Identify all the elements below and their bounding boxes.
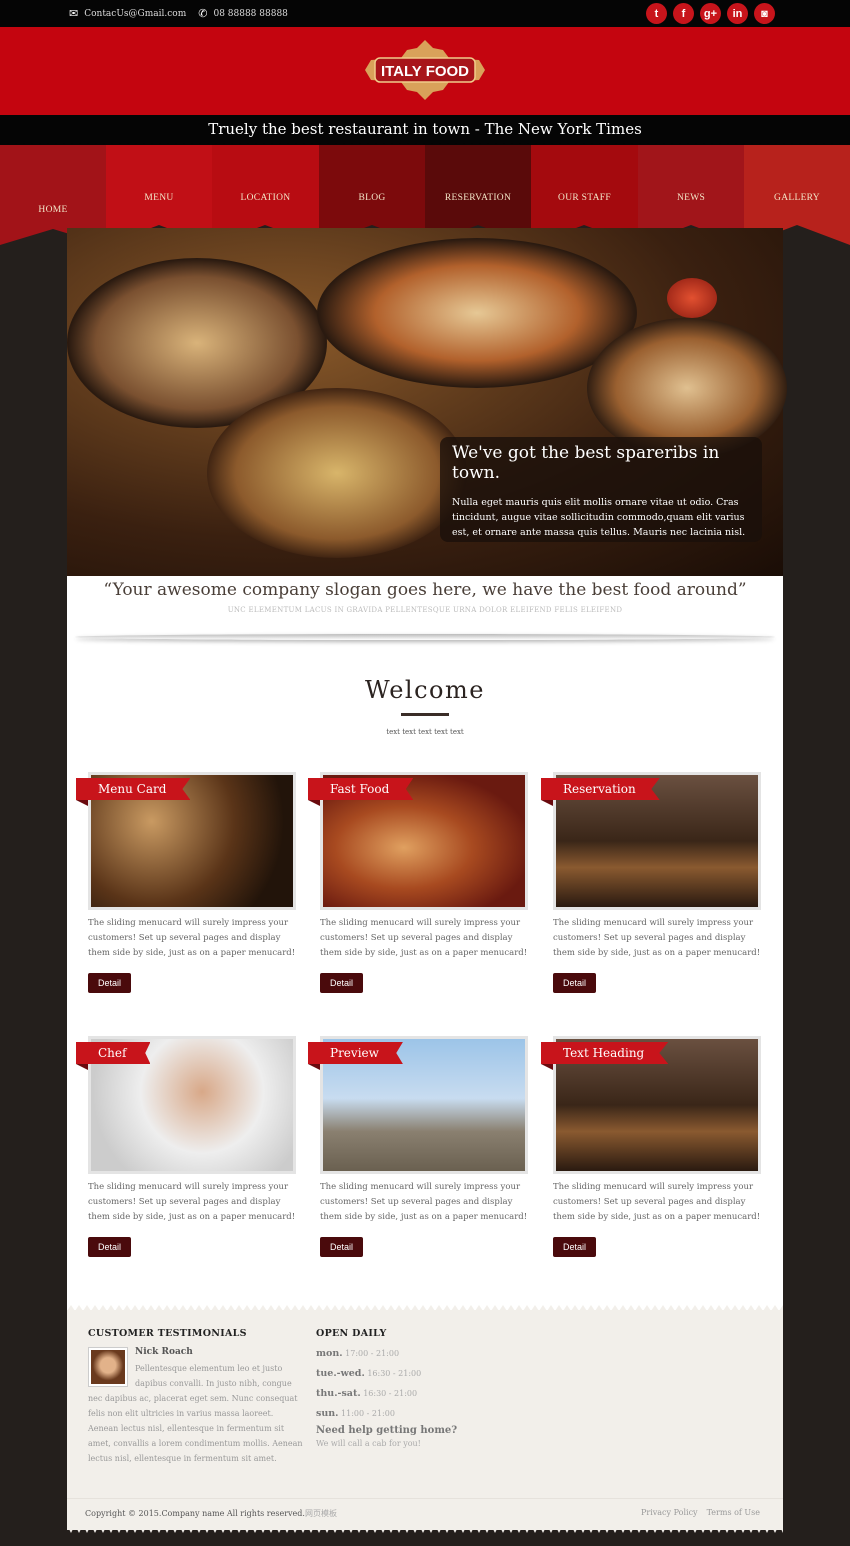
ribbon-fold	[541, 800, 553, 806]
card-text: The sliding menucard will surely impress…	[88, 1182, 296, 1222]
twitter-icon[interactable]: t	[646, 3, 667, 24]
top-bar: ✉ ContacUs@Gmail.com ✆ 08 88888 88888 t …	[0, 0, 850, 27]
copyright: Copyright © 2015.Company name All rights…	[85, 1508, 337, 1519]
hours-row: mon. 17:00 - 21:00	[316, 1348, 536, 1359]
contact-email[interactable]: ContacUs@Gmail.com	[84, 9, 186, 19]
logo-text: ITALY FOOD	[381, 63, 469, 80]
card-ribbon: Menu Card	[76, 778, 191, 800]
card-ribbon: Text Heading	[541, 1042, 669, 1064]
hours-day: thu.-sat.	[316, 1388, 361, 1399]
ribbon-fold	[76, 800, 88, 806]
hours-time: 16:30 - 21:00	[363, 1389, 418, 1398]
footer-divider	[67, 1498, 783, 1499]
card-ribbon: Fast Food	[308, 778, 414, 800]
contact-phone: 08 88888 88888	[213, 8, 288, 19]
feature-card: Reservation The sliding menucard will su…	[541, 772, 761, 993]
slogan-section: “Your awesome company slogan goes here, …	[67, 580, 783, 614]
hero-text: Nulla eget mauris quis elit mollis ornar…	[452, 497, 746, 538]
hero-title: We've got the best spareribs in town.	[452, 443, 720, 483]
footer: CUSTOMER TESTIMONIALS Nick Roach Pellent…	[67, 1310, 783, 1530]
card-text: The sliding menucard will surely impress…	[553, 1182, 761, 1222]
copyright-link[interactable]: 网页模板	[305, 1509, 337, 1518]
welcome-sub: text text text text text	[386, 728, 464, 736]
help-text: We will call a cab for you!	[316, 1439, 421, 1448]
tagline: Truely the best restaurant in town - The…	[0, 115, 850, 145]
card-ribbon: Preview	[308, 1042, 403, 1064]
hours-day: sun.	[316, 1408, 339, 1419]
contact-info: ✉ ContacUs@Gmail.com ✆ 08 88888 88888	[69, 7, 288, 20]
envelope-icon: ✉	[69, 7, 79, 20]
avatar-image	[91, 1350, 125, 1384]
feature-card: Preview The sliding menucard will surely…	[308, 1036, 528, 1257]
hero-image-plate	[207, 388, 467, 558]
ribbon-fold	[541, 1064, 553, 1070]
hours-time: 16:30 - 21:00	[367, 1369, 422, 1378]
feature-card: Text Heading The sliding menucard will s…	[541, 1036, 761, 1257]
detail-button[interactable]: Detail	[320, 973, 364, 993]
hero-image-tomato	[667, 278, 717, 318]
card-text: The sliding menucard will surely impress…	[320, 1182, 528, 1222]
detail-button[interactable]: Detail	[88, 973, 132, 993]
opening-hours: OPEN DAILY mon. 17:00 - 21:00 tue.-wed. …	[316, 1328, 536, 1448]
feature-card: Menu Card The sliding menucard will sure…	[76, 772, 296, 993]
card-text: The sliding menucard will surely impress…	[320, 918, 528, 958]
linkedin-icon[interactable]: in	[727, 3, 748, 24]
hours-row: tue.-wed. 16:30 - 21:00	[316, 1368, 536, 1379]
social-links: t f g+ in ◙	[646, 3, 775, 24]
nav-label: HOME	[38, 205, 68, 215]
detail-button[interactable]: Detail	[88, 1237, 132, 1257]
welcome-section: Welcome text text text text text	[67, 676, 783, 736]
welcome-title: Welcome	[365, 676, 485, 704]
testimonials: CUSTOMER TESTIMONIALS Nick Roach Pellent…	[88, 1328, 304, 1466]
detail-button[interactable]: Detail	[553, 973, 597, 993]
footer-links: Privacy Policy Terms of Use	[641, 1508, 760, 1517]
detail-button[interactable]: Detail	[553, 1237, 597, 1257]
slogan-sub: UNC ELEMENTUM LACUS IN GRAVIDA PELLENTES…	[227, 606, 623, 614]
hours-time: 17:00 - 21:00	[345, 1349, 400, 1358]
slogan-quote: “Your awesome company slogan goes here, …	[103, 580, 747, 600]
hero-image-plate	[317, 238, 637, 388]
facebook-icon[interactable]: f	[673, 3, 694, 24]
help-title: Need help getting home?	[316, 1425, 458, 1436]
terms-of-use-link[interactable]: Terms of Use	[707, 1508, 760, 1517]
google-plus-icon[interactable]: g+	[700, 3, 721, 24]
testimonials-heading: CUSTOMER TESTIMONIALS	[88, 1328, 247, 1339]
copyright-text: Copyright © 2015.Company name All rights…	[85, 1509, 305, 1518]
hours-heading: OPEN DAILY	[316, 1328, 387, 1339]
divider-shadow	[75, 634, 775, 640]
feature-card: Fast Food The sliding menucard will sure…	[308, 772, 528, 993]
hours-row: sun. 11:00 - 21:00	[316, 1408, 536, 1419]
instagram-icon[interactable]: ◙	[754, 3, 775, 24]
welcome-divider	[401, 713, 449, 716]
hours-day: mon.	[316, 1348, 343, 1359]
card-ribbon: Chef	[76, 1042, 151, 1064]
ribbon-fold	[308, 1064, 320, 1070]
ribbon-fold	[308, 800, 320, 806]
hours-time: 11:00 - 21:00	[341, 1409, 395, 1418]
hours-day: tue.-wed.	[316, 1368, 365, 1379]
ribbon-fold	[76, 1064, 88, 1070]
card-ribbon: Reservation	[541, 778, 660, 800]
footer-bottom-edge	[67, 1525, 783, 1533]
feature-card: Chef The sliding menucard will surely im…	[76, 1036, 296, 1257]
phone-icon: ✆	[198, 7, 208, 20]
card-text: The sliding menucard will surely impress…	[88, 918, 296, 958]
site-logo[interactable]: ITALY FOOD	[363, 38, 487, 102]
detail-button[interactable]: Detail	[320, 1237, 364, 1257]
hero-caption: We've got the best spareribs in town. Nu…	[440, 437, 762, 542]
hours-row: thu.-sat. 16:30 - 21:00	[316, 1388, 536, 1399]
avatar	[88, 1347, 128, 1387]
privacy-policy-link[interactable]: Privacy Policy	[641, 1508, 698, 1517]
card-text: The sliding menucard will surely impress…	[553, 918, 761, 958]
